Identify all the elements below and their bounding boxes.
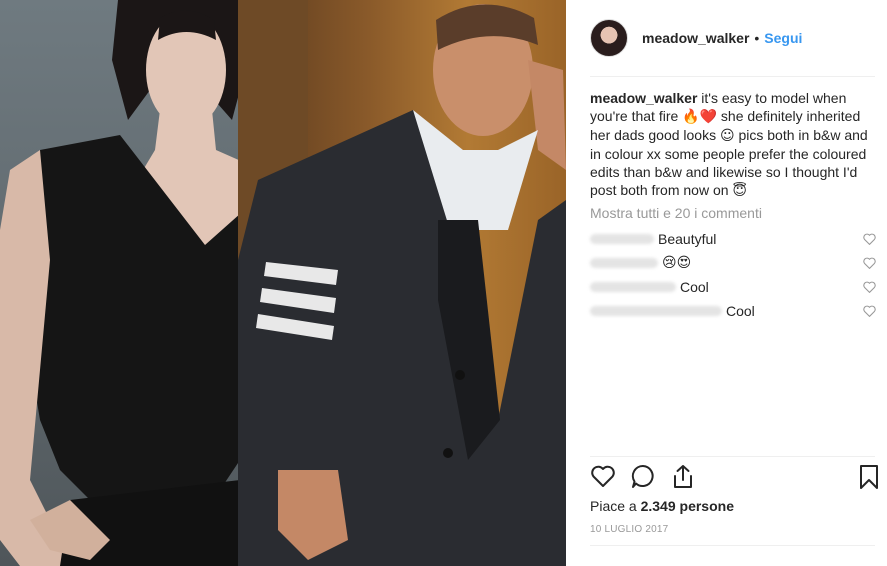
likes-number[interactable]: 2.349 persone — [641, 498, 734, 514]
comment-username-blurred[interactable] — [590, 282, 676, 292]
photo-right-half — [238, 0, 566, 566]
post-side-panel: meadow_walker • Segui meadow_walker it's… — [566, 0, 887, 566]
post-photo[interactable] — [0, 0, 566, 566]
post-caption: meadow_walker it's easy to model when yo… — [590, 89, 880, 200]
comment-username-blurred[interactable] — [590, 258, 658, 268]
comment-row: Cool — [590, 302, 880, 320]
comment-icon[interactable] — [630, 463, 656, 491]
caption-emoji-1: 🔥❤️ — [682, 109, 718, 125]
caption-emoji-2: ☺ — [719, 128, 735, 144]
comment-like-heart-icon[interactable] — [863, 257, 876, 269]
caption-username[interactable]: meadow_walker — [590, 90, 697, 106]
header-separator: • — [754, 30, 760, 46]
post-date[interactable]: 10 LUGLIO 2017 — [590, 524, 668, 535]
actions-divider — [590, 456, 875, 457]
comment-row: Beautyful — [590, 230, 880, 248]
post-actions-bar — [590, 463, 880, 493]
comment-text: Cool — [680, 279, 709, 295]
comment-like-heart-icon[interactable] — [863, 281, 876, 293]
comment-username-blurred[interactable] — [590, 234, 654, 244]
post-header: meadow_walker • Segui — [590, 14, 875, 62]
likes-count[interactable]: Piace a 2.349 persone — [590, 498, 734, 514]
comment-text: Beautyful — [658, 231, 717, 247]
view-all-comments-link[interactable]: Mostra tutti e 20 i commenti — [590, 205, 762, 221]
comment-text: 😢😍 — [662, 255, 692, 271]
comment-text: Cool — [726, 303, 755, 319]
heart-icon[interactable] — [590, 463, 616, 491]
footer-divider — [590, 545, 875, 546]
caption-emoji-3: 😇 — [732, 183, 748, 199]
comment-like-heart-icon[interactable] — [863, 305, 876, 317]
comment-row: 😢😍 — [590, 254, 880, 272]
likes-prefix: Piace a — [590, 498, 641, 514]
share-icon[interactable] — [670, 463, 696, 491]
header-divider — [590, 76, 875, 77]
comment-like-heart-icon[interactable] — [863, 233, 876, 245]
comment-row: Cool — [590, 278, 880, 296]
follow-button[interactable]: Segui — [764, 30, 802, 46]
man-figure — [238, 0, 566, 566]
bookmark-icon[interactable] — [856, 463, 882, 491]
header-username[interactable]: meadow_walker — [642, 30, 749, 46]
avatar[interactable] — [590, 19, 628, 57]
comment-username-blurred[interactable] — [590, 306, 722, 316]
